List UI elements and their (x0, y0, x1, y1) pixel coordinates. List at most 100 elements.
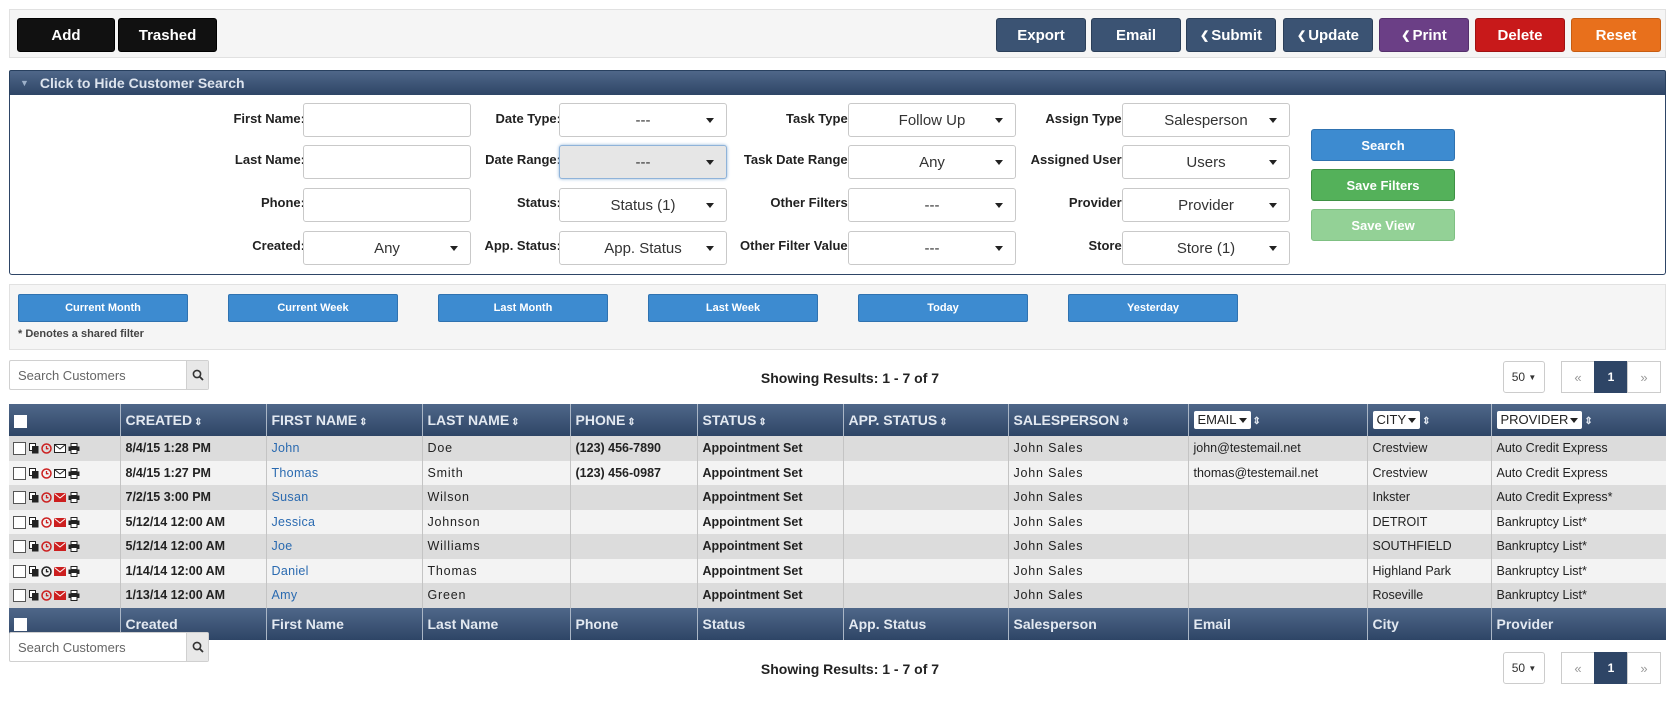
mail-icon[interactable] (54, 493, 66, 503)
copy-icon[interactable] (29, 516, 39, 528)
save-filters-button[interactable]: Save Filters (1311, 169, 1455, 201)
print-icon[interactable] (68, 516, 80, 528)
page-1-button[interactable]: 1 (1594, 652, 1628, 684)
other-filters-select[interactable]: --- (848, 188, 1016, 222)
clock-icon[interactable] (41, 492, 52, 504)
page-1-button[interactable]: 1 (1594, 361, 1628, 393)
copy-icon[interactable] (29, 590, 39, 601)
update-button[interactable]: ❮ Update (1283, 18, 1373, 52)
provider-select[interactable]: Provider (1122, 188, 1290, 222)
print-icon[interactable] (68, 492, 80, 504)
select-all-checkbox[interactable] (14, 414, 27, 428)
search-icon[interactable] (186, 361, 208, 389)
task-type-select[interactable]: Follow Up (848, 103, 1016, 137)
assigned-user-select[interactable]: Users (1122, 145, 1290, 179)
next-page-button[interactable]: » (1627, 652, 1661, 684)
date-range-select[interactable]: --- (559, 145, 727, 179)
email-button[interactable]: Email (1091, 18, 1181, 52)
prev-page-button[interactable]: « (1561, 361, 1595, 393)
first-name-cell[interactable]: Susan (265, 485, 422, 510)
last-week-button[interactable]: Last Week (648, 294, 818, 322)
yesterday-button[interactable]: Yesterday (1068, 294, 1238, 322)
assign-type-select[interactable]: Salesperson (1122, 103, 1290, 137)
phone-header[interactable]: PHONE ⇕ (569, 404, 697, 436)
city-header[interactable]: CITY ⇕ (1366, 404, 1491, 436)
clock-icon[interactable] (41, 541, 52, 553)
page-size-select-bottom[interactable]: 50 ▼ (1503, 652, 1545, 684)
date-type-select[interactable]: --- (559, 103, 727, 137)
first-name-cell[interactable]: Amy (265, 583, 422, 608)
mail-icon[interactable] (54, 517, 66, 527)
print-icon[interactable] (68, 565, 80, 577)
last-name-header[interactable]: LAST NAME ⇕ (421, 404, 570, 436)
store-select[interactable]: Store (1) (1122, 231, 1290, 265)
mail-icon[interactable] (54, 591, 66, 601)
mail-icon[interactable] (54, 566, 66, 576)
prev-page-button[interactable]: « (1561, 652, 1595, 684)
copy-icon[interactable] (29, 467, 39, 479)
trashed-button[interactable]: Trashed (118, 18, 217, 52)
other-filter-value-select[interactable]: --- (848, 231, 1016, 265)
first-name-cell[interactable]: Jessica (265, 509, 422, 534)
current-month-button[interactable]: Current Month (18, 294, 188, 322)
clock-icon[interactable] (41, 468, 52, 479)
mail-icon[interactable] (54, 468, 66, 478)
search-customers-input-bottom[interactable] (10, 633, 188, 661)
save-view-button[interactable]: Save View (1311, 209, 1455, 241)
search-customers-input[interactable] (10, 361, 188, 389)
created-header[interactable]: CREATED ⇕ (119, 404, 266, 436)
copy-icon[interactable] (29, 565, 39, 577)
search-button[interactable]: Search (1311, 129, 1455, 161)
row-checkbox[interactable] (13, 540, 26, 554)
app-status-header[interactable]: APP. STATUS ⇕ (842, 404, 1008, 436)
salesperson-header[interactable]: SALESPERSON ⇕ (1007, 404, 1188, 436)
search-panel-toggle[interactable]: ▼ Click to Hide Customer Search (9, 70, 1666, 95)
first-name-cell[interactable]: Thomas (265, 460, 422, 485)
current-week-button[interactable]: Current Week (228, 294, 398, 322)
page-size-select[interactable]: 50 ▼ (1503, 361, 1545, 393)
first-name-cell[interactable]: Daniel (265, 558, 422, 583)
copy-icon[interactable] (29, 492, 39, 503)
clock-icon[interactable] (41, 517, 52, 528)
print-icon[interactable] (68, 443, 80, 455)
email-header[interactable]: EMAIL ⇕ (1187, 404, 1367, 436)
copy-icon[interactable] (29, 443, 39, 454)
row-checkbox[interactable] (13, 564, 26, 578)
copy-icon[interactable] (29, 541, 39, 552)
row-checkbox[interactable] (13, 515, 26, 529)
city-column-select[interactable]: CITY (1372, 411, 1421, 429)
row-checkbox[interactable] (13, 466, 26, 480)
last-name-input[interactable] (303, 145, 471, 179)
status-select[interactable]: Status (1) (559, 188, 727, 222)
delete-button[interactable]: Delete (1475, 18, 1565, 52)
app-status-select[interactable]: App. Status (559, 231, 727, 265)
email-column-select[interactable]: EMAIL (1193, 411, 1251, 429)
phone-input[interactable] (303, 188, 471, 222)
submit-button[interactable]: ❮ Submit (1186, 18, 1276, 52)
search-icon[interactable] (186, 633, 208, 661)
first-name-cell[interactable]: John (265, 436, 422, 461)
row-checkbox[interactable] (13, 589, 26, 603)
clock-icon[interactable] (41, 443, 52, 455)
export-button[interactable]: Export (996, 18, 1086, 52)
print-button[interactable]: ❮ Print (1379, 18, 1469, 52)
created-select[interactable]: Any (303, 231, 471, 265)
print-icon[interactable] (68, 467, 80, 479)
today-button[interactable]: Today (858, 294, 1028, 322)
first-name-input[interactable] (303, 103, 471, 137)
clock-icon[interactable] (41, 566, 52, 577)
status-header[interactable]: STATUS ⇕ (696, 404, 843, 436)
provider-header[interactable]: PROVIDER ⇕ (1490, 404, 1666, 436)
next-page-button[interactable]: » (1627, 361, 1661, 393)
last-month-button[interactable]: Last Month (438, 294, 608, 322)
clock-icon[interactable] (41, 590, 52, 602)
mail-icon[interactable] (54, 542, 66, 552)
first-name-cell[interactable]: Joe (265, 534, 422, 559)
print-icon[interactable] (68, 590, 80, 602)
task-date-range-select[interactable]: Any (848, 145, 1016, 179)
print-icon[interactable] (68, 541, 80, 553)
row-checkbox[interactable] (13, 491, 26, 505)
mail-icon[interactable] (54, 444, 66, 454)
row-checkbox[interactable] (13, 442, 26, 456)
first-name-header[interactable]: FIRST NAME ⇕ (265, 404, 422, 436)
